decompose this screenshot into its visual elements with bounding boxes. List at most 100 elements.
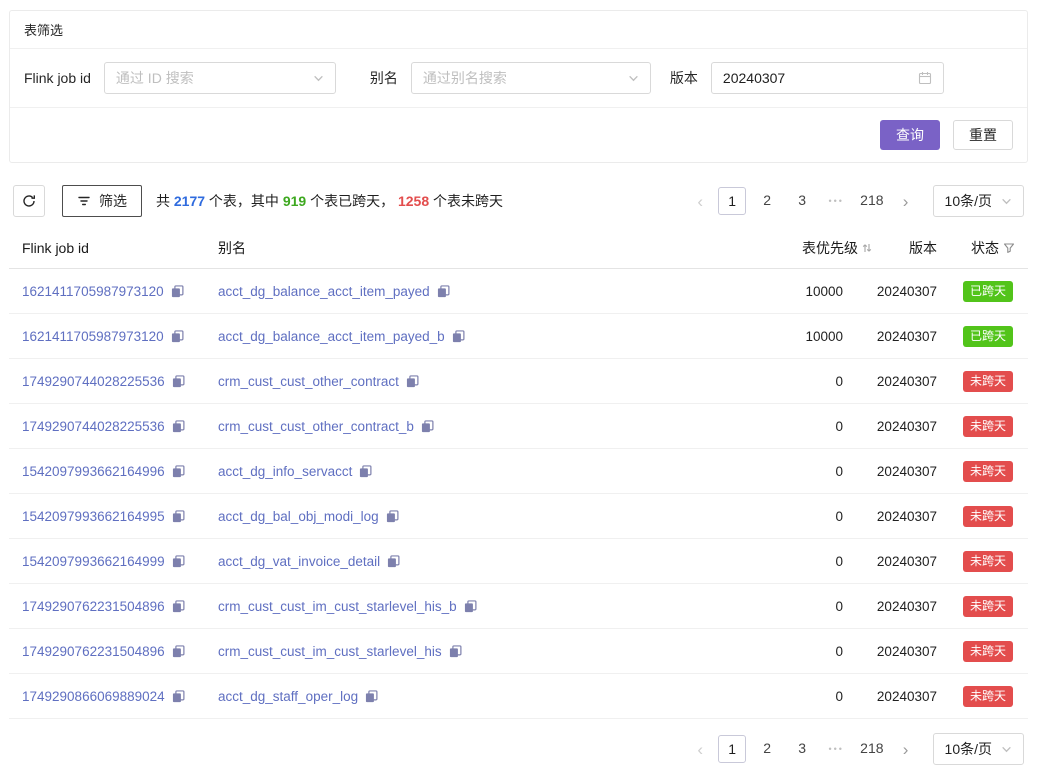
copy-icon[interactable] <box>171 285 184 298</box>
alias-link[interactable]: acct_dg_balance_acct_item_payed <box>218 284 430 299</box>
copy-icon[interactable] <box>171 330 184 343</box>
flink-job-id-link[interactable]: 1542097993662164999 <box>22 554 165 569</box>
alias-link[interactable]: crm_cust_cust_other_contract <box>218 374 399 389</box>
flink-job-id-link[interactable]: 1749290744028225536 <box>22 374 165 389</box>
status-badge: 未跨天 <box>963 686 1013 707</box>
filter-toggle-label: 筛选 <box>99 191 127 211</box>
priority-value: 0 <box>835 599 843 614</box>
priority-value: 0 <box>835 509 843 524</box>
column-header-version: 版本 <box>873 238 937 258</box>
alias-link[interactable]: crm_cust_cust_im_cust_starlevel_his_b <box>218 599 457 614</box>
copy-icon[interactable] <box>172 645 185 658</box>
summary-text: 个表，其中 <box>205 193 283 209</box>
column-header-alias: 别名 <box>218 238 697 258</box>
page-button-2[interactable]: 2 <box>753 187 781 215</box>
chevron-right-icon[interactable]: › <box>895 193 917 210</box>
chevron-down-icon <box>628 73 639 84</box>
copy-icon[interactable] <box>172 465 185 478</box>
alias-link[interactable]: acct_dg_info_servacct <box>218 464 352 479</box>
copy-icon[interactable] <box>421 420 434 433</box>
flink-job-id-link[interactable]: 1542097993662164995 <box>22 509 165 524</box>
page-ellipsis[interactable]: ••• <box>823 744 849 754</box>
page-button-2[interactable]: 2 <box>753 735 781 763</box>
summary-text: 个表已跨天， <box>306 193 398 209</box>
alias-link[interactable]: acct_dg_vat_invoice_detail <box>218 554 380 569</box>
alias-link[interactable]: acct_dg_staff_oper_log <box>218 689 358 704</box>
priority-value: 0 <box>835 554 843 569</box>
copy-icon[interactable] <box>359 465 372 478</box>
table-row: 1749290762231504896 crm_cust_cust_im_cus… <box>9 629 1028 674</box>
column-header-priority: 表优先级 <box>697 238 873 258</box>
pagination: ‹ 1 2 3 ••• 218 › 10条/页 <box>689 185 1024 217</box>
page-size-select[interactable]: 10条/页 <box>933 733 1024 765</box>
copy-icon[interactable] <box>172 600 185 613</box>
filter-fields-row: Flink job id 通过 ID 搜索 别名 通过别名搜索 <box>10 49 1027 108</box>
results-table: Flink job id 别名 表优先级 版本 状态 1621411705987… <box>9 228 1028 719</box>
flink-job-id-link[interactable]: 1749290866069889024 <box>22 689 165 704</box>
reset-button[interactable]: 重置 <box>953 120 1013 150</box>
priority-value: 0 <box>835 689 843 704</box>
sort-icon[interactable] <box>861 242 873 254</box>
column-header-status: 状态 <box>937 238 1015 258</box>
version-value: 20240307 <box>877 329 937 344</box>
alias-link[interactable]: crm_cust_cust_other_contract_b <box>218 419 414 434</box>
funnel-icon[interactable] <box>1003 242 1015 254</box>
flink-job-id-link[interactable]: 1749290762231504896 <box>22 644 165 659</box>
alias-link[interactable]: acct_dg_balance_acct_item_payed_b <box>218 329 445 344</box>
page-button-last[interactable]: 218 <box>856 187 887 215</box>
copy-icon[interactable] <box>449 645 462 658</box>
copy-icon[interactable] <box>172 510 185 523</box>
summary-text: 共 <box>156 193 174 209</box>
table-row: 1749290762231504896 crm_cust_cust_im_cus… <box>9 584 1028 629</box>
copy-icon[interactable] <box>172 555 185 568</box>
flink-job-id-link[interactable]: 1621411705987973120 <box>22 284 164 299</box>
flink-job-id-link[interactable]: 1621411705987973120 <box>22 329 164 344</box>
page-button-1[interactable]: 1 <box>718 735 746 763</box>
status-badge: 已跨天 <box>963 326 1013 347</box>
page-button-last[interactable]: 218 <box>856 735 887 763</box>
alias-select[interactable]: 通过别名搜索 <box>411 62 651 94</box>
total-count: 2177 <box>174 193 205 209</box>
copy-icon[interactable] <box>464 600 477 613</box>
copy-icon[interactable] <box>172 375 185 388</box>
page-button-3[interactable]: 3 <box>788 735 816 763</box>
filter-toggle-button[interactable]: 筛选 <box>62 185 142 217</box>
flink-job-id-link[interactable]: 1749290744028225536 <box>22 419 165 434</box>
chevron-right-icon[interactable]: › <box>895 741 917 758</box>
copy-icon[interactable] <box>452 330 465 343</box>
refresh-button[interactable] <box>13 185 45 217</box>
alias-link[interactable]: crm_cust_cust_im_cust_starlevel_his <box>218 644 442 659</box>
flink-job-id-link[interactable]: 1542097993662164996 <box>22 464 165 479</box>
copy-icon[interactable] <box>172 690 185 703</box>
copy-icon[interactable] <box>387 555 400 568</box>
flink-job-id-label: Flink job id <box>24 70 91 86</box>
page-button-3[interactable]: 3 <box>788 187 816 215</box>
copy-icon[interactable] <box>406 375 419 388</box>
page-size-select[interactable]: 10条/页 <box>933 185 1024 217</box>
flink-job-id-link[interactable]: 1749290762231504896 <box>22 599 165 614</box>
chevron-down-icon <box>313 73 324 84</box>
copy-icon[interactable] <box>437 285 450 298</box>
copy-icon[interactable] <box>365 690 378 703</box>
priority-value: 10000 <box>805 284 843 299</box>
chevron-left-icon[interactable]: ‹ <box>689 741 711 758</box>
priority-value: 0 <box>835 464 843 479</box>
flink-job-id-select[interactable]: 通过 ID 搜索 <box>104 62 336 94</box>
version-input[interactable] <box>723 70 918 86</box>
search-button[interactable]: 查询 <box>880 120 940 150</box>
chevron-left-icon[interactable]: ‹ <box>689 193 711 210</box>
page-button-1[interactable]: 1 <box>718 187 746 215</box>
status-header-label: 状态 <box>971 238 999 258</box>
page-ellipsis[interactable]: ••• <box>823 196 849 206</box>
alias-link[interactable]: acct_dg_bal_obj_modi_log <box>218 509 379 524</box>
flink-job-id-field: Flink job id 通过 ID 搜索 <box>24 62 336 94</box>
crossed-count: 919 <box>283 193 306 209</box>
copy-icon[interactable] <box>172 420 185 433</box>
table-row: 1542097993662164995 acct_dg_bal_obj_modi… <box>9 494 1028 539</box>
version-value: 20240307 <box>877 464 937 479</box>
table-row: 1749290866069889024 acct_dg_staff_oper_l… <box>9 674 1028 719</box>
version-date-picker[interactable] <box>711 62 944 94</box>
priority-header-label: 表优先级 <box>802 238 858 258</box>
table-row: 1749290744028225536 crm_cust_cust_other_… <box>9 359 1028 404</box>
copy-icon[interactable] <box>386 510 399 523</box>
